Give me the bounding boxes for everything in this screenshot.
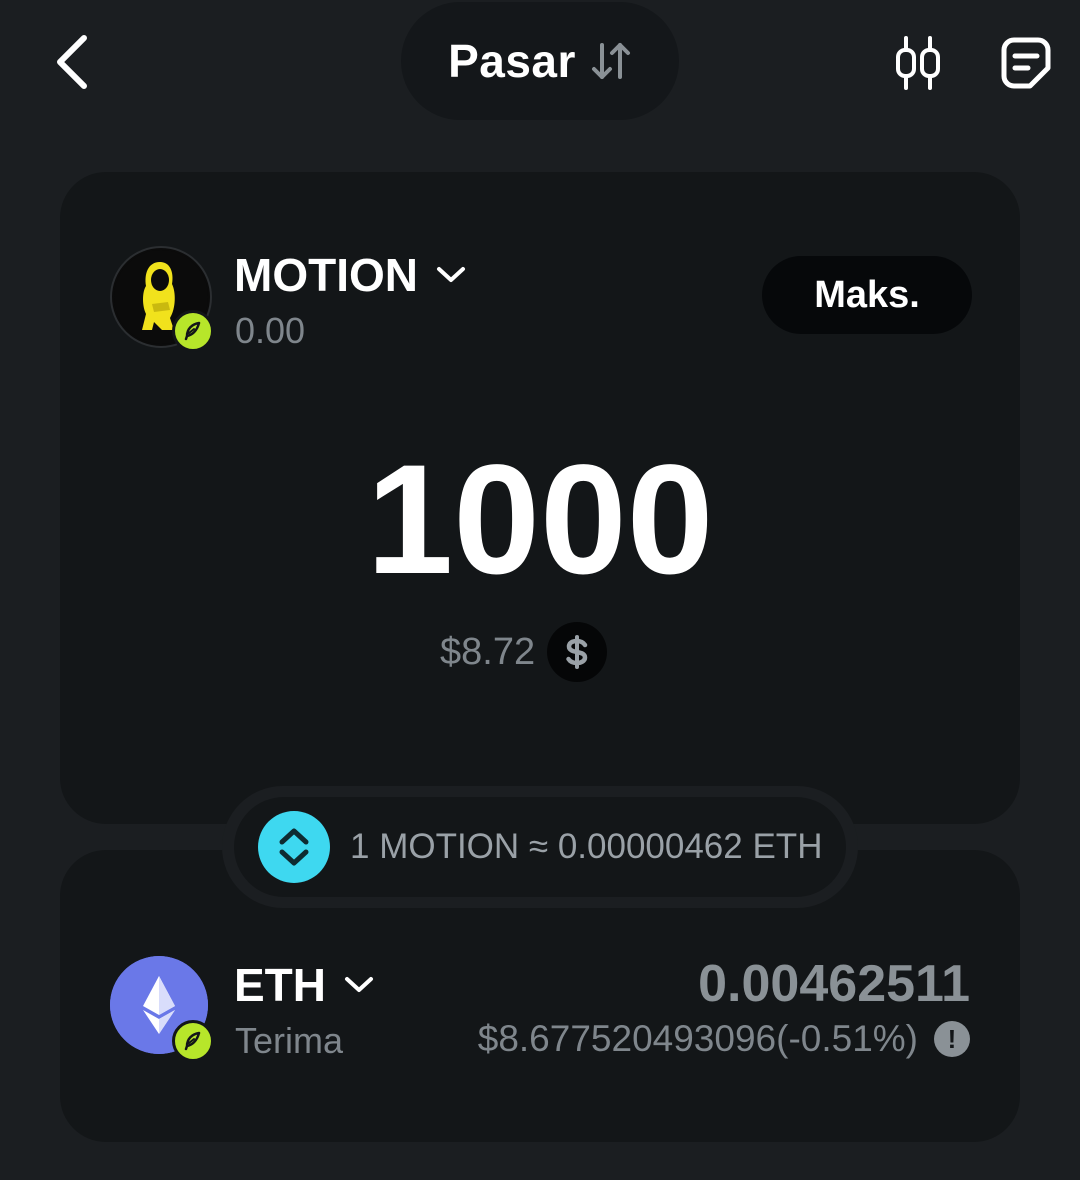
swap-order-icon — [591, 43, 630, 79]
pay-token-name: MOTION — [234, 249, 418, 301]
swap-screen: Pasar MOTION 0.00 Maks. 1000 $8.72 1 MOT… — [0, 0, 1080, 1180]
rate-pill[interactable]: 1 MOTION ≈ 0.00000462 ETH — [234, 797, 846, 897]
pay-amount-input[interactable]: 1000 — [160, 440, 920, 600]
pay-token-balance: 0.00 — [235, 310, 306, 351]
history-icon — [1001, 37, 1051, 89]
chart-button[interactable] — [888, 32, 948, 94]
receive-usd-value: $8.677520493096(-0.51%) — [477, 1018, 918, 1059]
warning-icon[interactable]: ! — [934, 1021, 970, 1057]
feather-icon — [184, 1031, 201, 1051]
candlestick-chart-icon — [896, 36, 940, 90]
feather-icon — [184, 321, 201, 341]
max-button[interactable]: Maks. — [762, 256, 972, 334]
pay-token-selector[interactable]: MOTION — [234, 248, 466, 302]
receive-label: Terima — [235, 1020, 344, 1061]
swap-direction-icon — [279, 828, 309, 866]
receive-token-selector[interactable]: ETH — [234, 958, 374, 1012]
pay-usd-value: $8.72 — [440, 630, 536, 673]
chevron-down-icon — [345, 977, 373, 992]
receive-token-name: ETH — [234, 959, 326, 1011]
swap-direction-button[interactable] — [258, 811, 330, 883]
pay-usd-row: $8.72 — [440, 622, 608, 682]
currency-toggle-button[interactable] — [547, 622, 608, 682]
exchange-rate-text: 1 MOTION ≈ 0.00000462 ETH — [350, 827, 823, 866]
history-button[interactable] — [996, 32, 1056, 94]
chain-badge — [172, 310, 214, 352]
receive-amount: 0.00462511 — [698, 955, 970, 1013]
chain-badge — [172, 1020, 214, 1062]
dollar-icon — [566, 635, 588, 669]
chevron-down-icon — [436, 267, 465, 282]
back-arrow-icon — [57, 35, 87, 89]
mode-label: Pasar — [448, 35, 576, 87]
market-mode-toggle[interactable]: Pasar — [401, 2, 679, 120]
back-button[interactable] — [44, 30, 100, 94]
receive-usd-row: $8.677520493096(-0.51%) ! — [478, 1018, 970, 1060]
